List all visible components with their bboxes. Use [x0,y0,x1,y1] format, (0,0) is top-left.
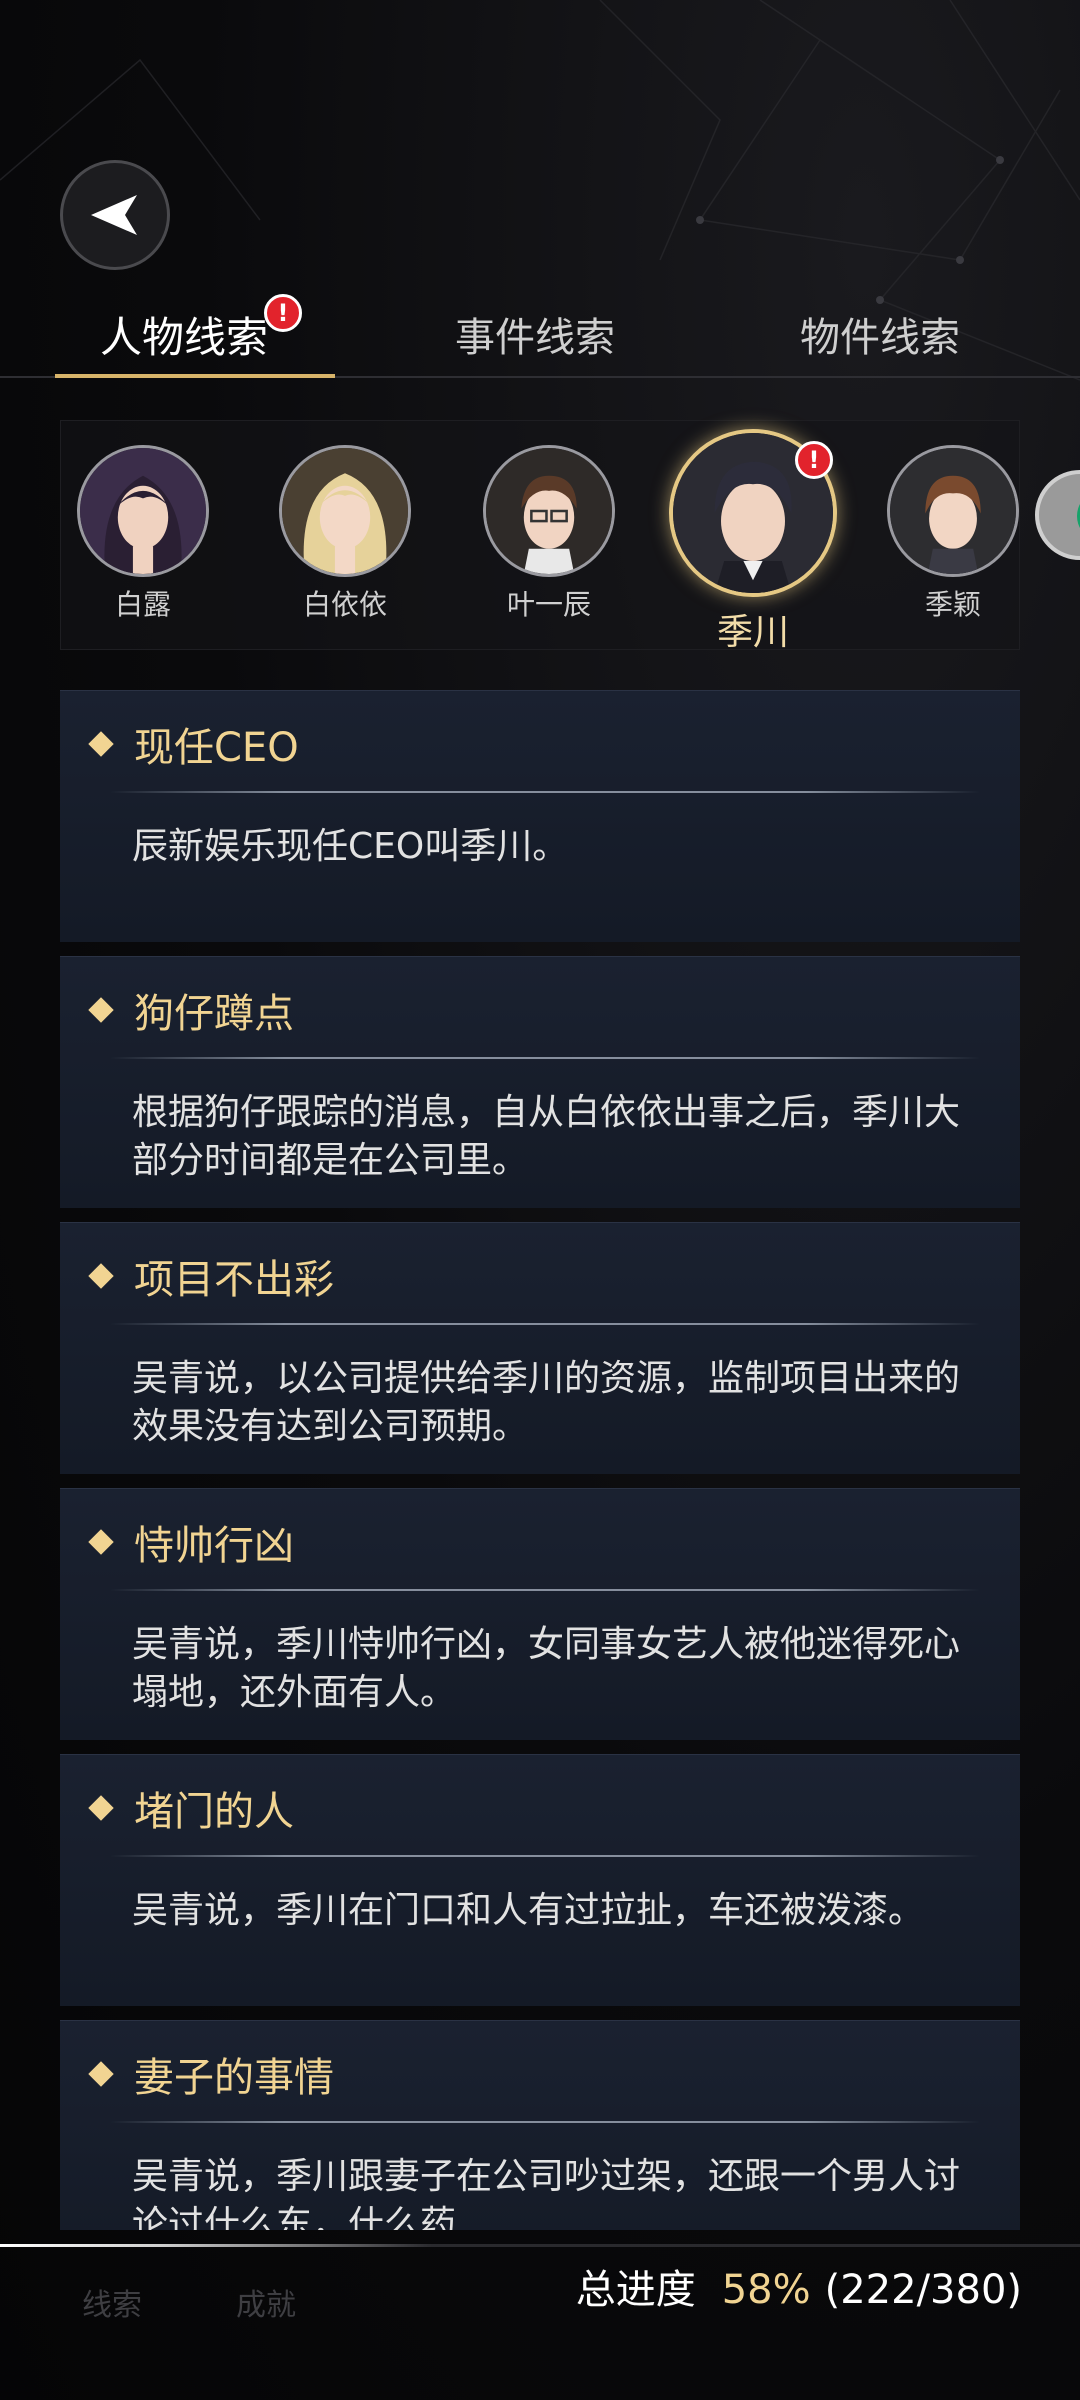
avatar [77,445,209,577]
clue-header: 现任CEO [88,719,299,771]
clue-header: 项目不出彩 [88,1251,334,1303]
clue-title: 堵门的人 [134,1789,294,1835]
portrait-icon [282,448,408,574]
diamond-icon [88,2061,114,2087]
clue-description: 辰新娱乐现任CEO叫季川。 [132,826,569,867]
new-badge: ! [264,294,302,332]
clue-title: 恃帅行凶 [134,1523,294,1569]
bottom-divider [0,2244,1080,2247]
avatar [483,445,615,577]
progress-percent: 58% [721,2267,811,2313]
nav-achievements[interactable]: 成就 [236,2280,296,2324]
clue-tabs: 人物线索 ! 事件线索 物件线索 [0,294,1080,378]
progress-count: (222/380) [824,2267,1022,2313]
diamond-icon [88,1529,114,1555]
new-badge: ! [795,441,833,479]
divider [110,1855,980,1857]
character-name: 白依依 [302,588,387,621]
divider [110,1589,980,1591]
clue-card[interactable]: 狗仔蹲点 根据狗仔跟踪的消息，自从白依依出事之后，季川大部分时间都是在公司里。 [60,956,1020,1208]
tab-label: 事件线索 [455,315,615,361]
character-selector: 白露 白依依 叶一辰 季川 ! 季颖 [60,420,1020,653]
clue-title: 妻子的事情 [134,2055,334,2101]
diamond-icon [88,1263,114,1289]
active-tab-indicator [55,374,335,378]
clue-header: 恃帅行凶 [88,1517,294,1569]
diamond-icon [88,1795,114,1821]
clue-header: 狗仔蹲点 [88,985,294,1037]
character-name: 季颖 [924,588,981,621]
nav-clues[interactable]: 线索 [82,2280,142,2324]
clue-card[interactable]: 项目不出彩 吴青说，以公司提供给季川的资源，监制项目出来的效果没有达到公司预期。 [60,1222,1020,1474]
clue-description: 吴青说，季川恃帅行凶，女同事女艺人被他迷得死心塌地，还外面有人。 [132,1624,961,1713]
divider [110,2121,980,2123]
avatar [887,445,1019,577]
tab-character-clues[interactable]: 人物线索 [100,308,268,368]
clue-card[interactable]: 现任CEO 辰新娱乐现任CEO叫季川。 [60,690,1020,942]
diamond-icon [88,731,114,757]
diamond-icon [88,997,114,1023]
tab-item-clues[interactable]: 物件线索 [800,308,960,368]
clue-title: 项目不出彩 [134,1257,334,1303]
clue-description: 吴青说，以公司提供给季川的资源，监制项目出来的效果没有达到公司预期。 [132,1358,961,1447]
clue-screen: 人物线索 ! 事件线索 物件线索 白露 白依依 叶一辰 季川 ! 季颖 现任CE… [0,0,1080,2400]
clue-header: 妻子的事情 [88,2049,334,2101]
tab-label: 物件线索 [800,315,960,361]
character-name: 白露 [114,588,171,621]
back-arrow-icon [91,195,137,235]
tab-event-clues[interactable]: 事件线索 [455,308,615,368]
clue-description: 根据狗仔跟踪的消息，自从白依依出事之后，季川大部分时间都是在公司里。 [132,1092,961,1181]
portrait-icon [890,448,1016,574]
divider [110,1323,980,1325]
tab-label: 人物线索 [100,313,269,362]
character-yeyichen[interactable]: 叶一辰 [483,445,615,623]
nav-label: 成就 [236,2288,296,2323]
total-progress: 总进度 58% (222/380) [576,2250,1022,2330]
character-jiying[interactable]: 季颖 [887,445,1019,623]
portrait-icon [486,448,612,574]
clue-card[interactable]: 恃帅行凶 吴青说，季川恃帅行凶，女同事女艺人被他迷得死心塌地，还外面有人。 [60,1488,1020,1740]
clue-title: 现任CEO [134,725,299,771]
back-button[interactable] [60,160,170,270]
clue-card[interactable]: 堵门的人 吴青说，季川在门口和人有过拉扯，车还被泼漆。 [60,1754,1020,2006]
progress-label: 总进度 [575,2267,696,2313]
clue-description: 吴青说，季川跟妻子在公司吵过架，还跟一个男人讨论过什么东，什么药 [132,2156,961,2230]
clue-title: 狗仔蹲点 [134,991,294,1037]
clue-card[interactable]: 妻子的事情 吴青说，季川跟妻子在公司吵过架，还跟一个男人讨论过什么东，什么药 [60,2020,1020,2230]
character-baiyiyi[interactable]: 白依依 [279,445,411,623]
character-name: 季川 [716,612,789,653]
character-name: 叶一辰 [506,588,591,621]
nav-label: 线索 [82,2288,142,2323]
character-bailu[interactable]: 白露 [77,445,209,623]
clue-list: 现任CEO 辰新娱乐现任CEO叫季川。 狗仔蹲点 根据狗仔跟踪的消息，自从白依依… [60,690,1020,2230]
clue-description: 吴青说，季川在门口和人有过拉扯，车还被泼漆。 [132,1890,925,1931]
avatar [279,445,411,577]
divider [110,791,980,793]
divider [110,1057,980,1059]
clue-header: 堵门的人 [88,1783,294,1835]
portrait-icon [80,448,206,574]
